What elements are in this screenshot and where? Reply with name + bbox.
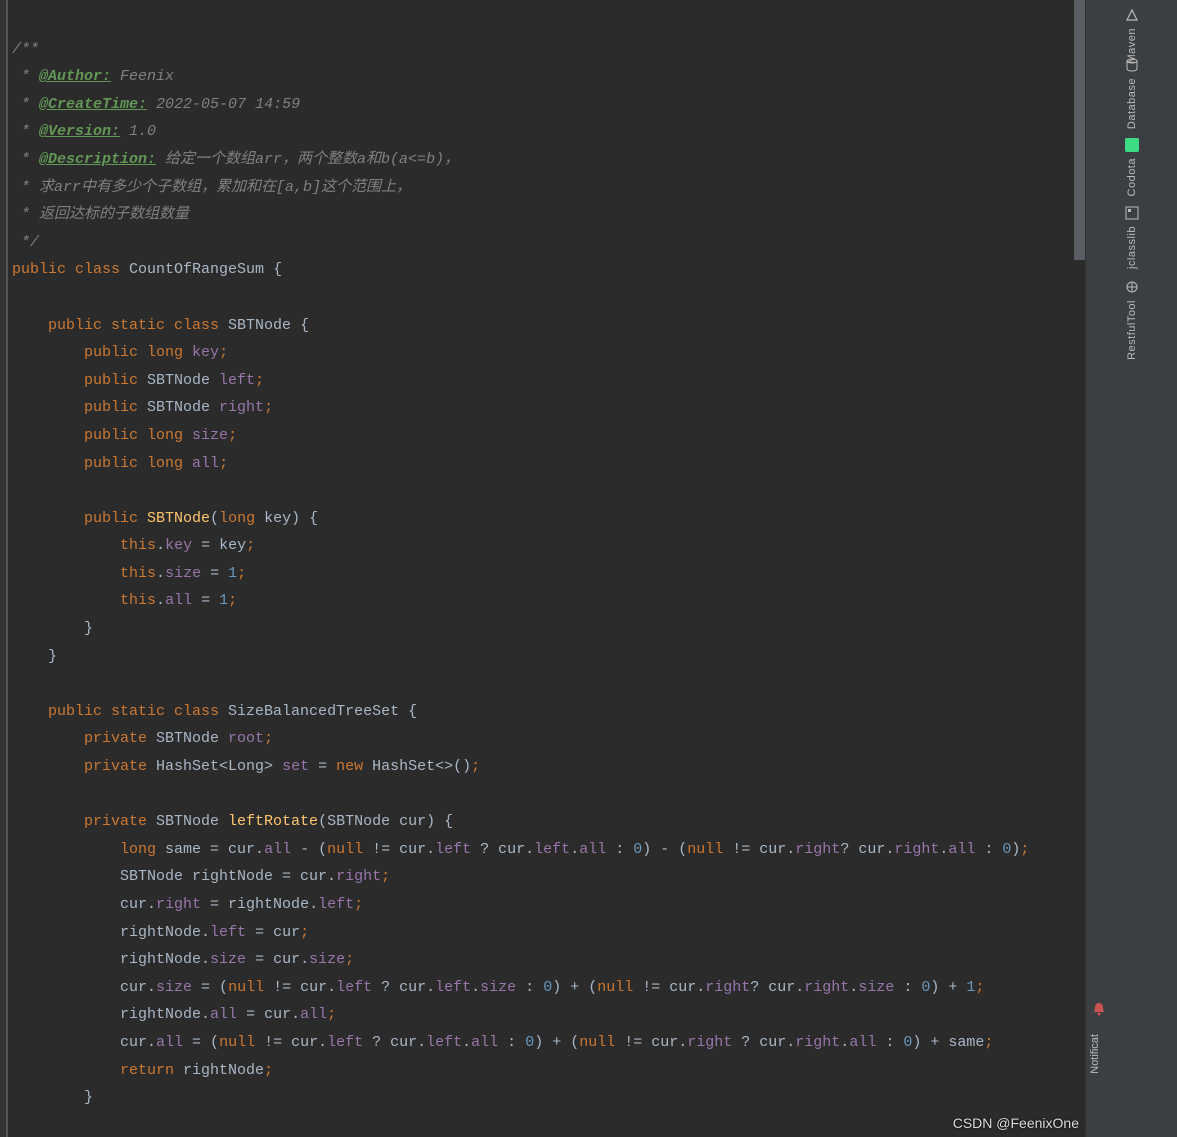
doc-version-tag: @Version: <box>39 123 120 140</box>
tool-label: Database <box>1126 78 1138 129</box>
watermark-text: CSDN @FeenixOne <box>953 1115 1079 1131</box>
tool-label: Codota <box>1126 158 1138 196</box>
class-name: CountOfRangeSum <box>129 261 264 278</box>
tool-tab-jclasslib[interactable]: jclasslib <box>1086 206 1177 269</box>
restful-icon <box>1125 280 1139 294</box>
jclasslib-icon <box>1125 206 1139 220</box>
notifications-bell-icon[interactable] <box>1091 1001 1107 1017</box>
tool-label: jclasslib <box>1126 226 1138 269</box>
code-editor[interactable]: /** * @Author: Feenix * @CreateTime: 202… <box>0 0 1086 1137</box>
tool-tab-notifications[interactable]: Notificat <box>1089 1034 1171 1077</box>
doc-version-val: 1.0 <box>120 123 156 140</box>
tool-label: Notificat <box>1089 1034 1101 1074</box>
doc-desc-val: 给定一个数组arr，两个整数a和b(a<=b)， <box>156 151 459 168</box>
doc-line5: * 求arr中有多少个子数组，累加和在[a,b]这个范围上， <box>12 179 411 196</box>
doc-open: /** <box>12 41 39 58</box>
doc-author-tag: @Author: <box>39 68 111 85</box>
right-tool-sidebar: Maven Database Codota jclasslib RestfulT… <box>1085 0 1177 1137</box>
doc-line6: * 返回达标的子数组数量 <box>12 206 189 223</box>
fold-column <box>6 0 8 1137</box>
tool-tab-database[interactable]: Database <box>1086 58 1177 129</box>
inner-class-1: SBTNode <box>228 317 291 334</box>
doc-close: */ <box>12 234 39 251</box>
doc-create-val: 2022-05-07 14:59 <box>147 96 300 113</box>
inner-class-2: SizeBalancedTreeSet <box>228 703 399 720</box>
tool-label: RestfulTool <box>1126 300 1138 360</box>
database-icon <box>1125 58 1139 72</box>
codota-icon <box>1125 138 1139 152</box>
doc-desc-tag: @Description: <box>39 151 156 168</box>
doc-author-val: Feenix <box>111 68 174 85</box>
doc-create-tag: @CreateTime: <box>39 96 147 113</box>
tool-tab-maven[interactable]: Maven <box>1086 8 1177 64</box>
tool-tab-codota[interactable]: Codota <box>1086 138 1177 196</box>
tool-tab-restfultool[interactable]: RestfulTool <box>1086 280 1177 360</box>
code-content[interactable]: /** * @Author: Feenix * @CreateTime: 202… <box>12 8 1029 1112</box>
maven-icon <box>1125 8 1139 22</box>
